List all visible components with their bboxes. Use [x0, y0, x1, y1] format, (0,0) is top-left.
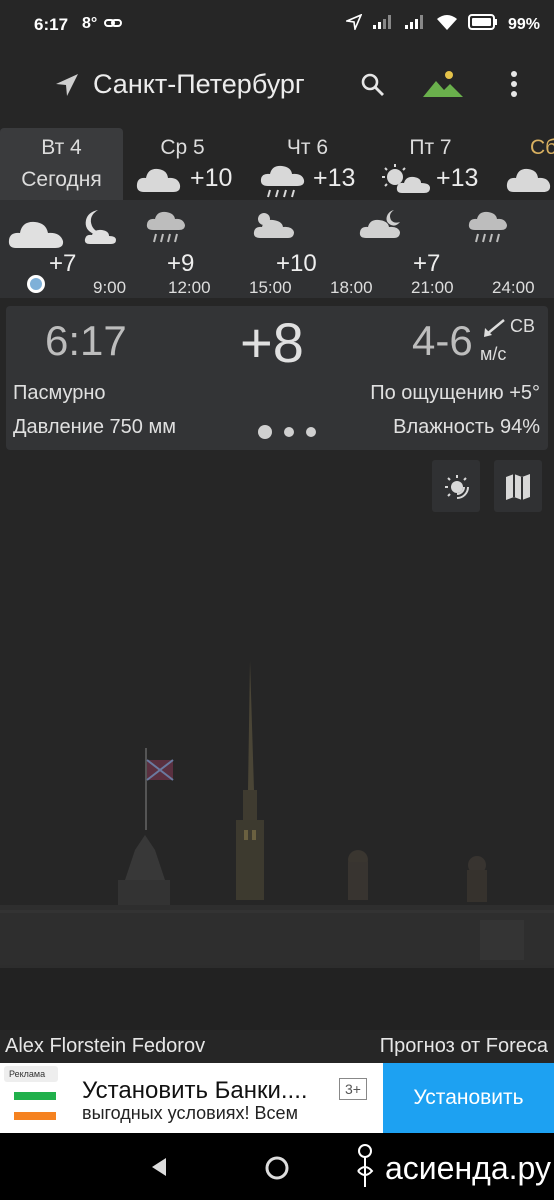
status-temperature: 8° [82, 15, 98, 32]
more-menu-icon[interactable] [509, 70, 519, 103]
background-photo [0, 450, 554, 1030]
link-icon [104, 14, 122, 37]
hour-temp: +7 [413, 250, 441, 277]
wind-speed: 4-6 [412, 317, 473, 364]
forecast-source[interactable]: Прогноз от Foreca [380, 1035, 548, 1058]
location-status-icon [344, 13, 363, 35]
cloud-icon [506, 164, 552, 200]
wind-unit: м/с [480, 344, 507, 364]
hour-time: 24:00 [492, 278, 535, 297]
cloud-icon [136, 164, 182, 200]
current-hour-marker [27, 275, 45, 293]
sun-radar-icon [444, 474, 470, 505]
current-time: 6:17 [45, 317, 127, 364]
wind-direction-icon [482, 318, 506, 343]
hourly-forecast[interactable]: +7 +9 +10 +7 9:00 12:00 15:00 18:00 21:0… [0, 200, 554, 298]
hour-time: 9:00 [93, 278, 127, 297]
day-temp: +10 [190, 164, 233, 192]
day-tab-fri[interactable]: Пт 7 +13 [378, 128, 493, 200]
rain-cloud-icon [468, 210, 508, 251]
search-icon[interactable] [360, 72, 386, 103]
hour-temp: +7 [49, 250, 77, 277]
signal-icon [372, 14, 394, 35]
hour-time: 18:00 [330, 278, 373, 297]
status-time: 6:17 [34, 15, 69, 34]
hour-temp: +10 [276, 250, 317, 277]
map-button[interactable] [494, 460, 542, 512]
ad-age-rating: 3+ [339, 1078, 367, 1100]
back-icon[interactable] [150, 1157, 168, 1182]
moon-cloud-icon [78, 206, 118, 251]
photo-credit[interactable]: Alex Florstein Fedorov [5, 1035, 205, 1058]
wind-direction: СВ [510, 316, 536, 336]
hour-time: 15:00 [249, 278, 292, 297]
day-tab-wed[interactable]: Ср 5 +10 [130, 128, 245, 200]
moon-cloud-icon [358, 208, 404, 245]
signal-icon-2 [404, 14, 426, 35]
pressure: Давление 750 мм [13, 416, 176, 438]
status-bar: 6:17 8° 99% [0, 0, 554, 50]
partly-cloudy-icon [252, 210, 296, 245]
day-name: Чт 6 [286, 136, 329, 159]
page-dot [306, 427, 316, 437]
hour-temp: +9 [167, 250, 195, 277]
landscape-icon[interactable] [422, 69, 464, 104]
condition-text: Пасмурно [13, 382, 106, 404]
hour-time: 12:00 [168, 278, 211, 297]
ad-install-button[interactable]: Установить [383, 1063, 554, 1133]
page-indicator [258, 425, 316, 439]
status-icons: 99% [344, 13, 540, 35]
day-name: Вт 4 [41, 136, 82, 159]
day-name: Сб [530, 136, 554, 159]
page-dot-active [258, 425, 272, 439]
home-icon[interactable] [264, 1155, 290, 1186]
radar-button[interactable] [432, 460, 480, 512]
day-name: Пт 7 [409, 136, 452, 159]
map-icon [505, 473, 531, 506]
battery-icon [467, 14, 498, 35]
ad-title[interactable]: Установить Банки.... [82, 1077, 308, 1105]
partly-cloudy-icon [380, 164, 432, 200]
cloud-icon [8, 210, 68, 255]
page-dot [284, 427, 294, 437]
current-temperature: +8 [240, 311, 304, 374]
location-arrow-icon[interactable] [54, 72, 80, 103]
day-tab-thu[interactable]: Чт 6 +13 [255, 128, 370, 200]
day-tab-tue[interactable]: Вт 4 Сегодня [0, 128, 123, 200]
ad-app-icon[interactable] [14, 1088, 56, 1129]
hour-time: 21:00 [411, 278, 454, 297]
day-temp: +13 [436, 164, 479, 192]
day-today-label: Сегодня [21, 168, 102, 191]
feels-like: По ощущению +5° [370, 382, 540, 404]
watermark-text: асиенда.ру [385, 1150, 551, 1186]
rain-cloud-icon [146, 210, 186, 251]
watermark-logo-icon [350, 1141, 380, 1196]
battery-percent: 99% [507, 15, 540, 33]
ad-subtitle[interactable]: выгодных условиях! Всем [82, 1103, 298, 1124]
wifi-icon [436, 14, 458, 35]
day-temp: +13 [313, 164, 356, 192]
city-name[interactable]: Санкт-Петербург [93, 69, 305, 100]
humidity: Влажность 94% [393, 416, 540, 438]
ad-label: Реклама [4, 1066, 58, 1082]
day-tab-sat[interactable]: Сб [503, 128, 554, 200]
day-name: Ср 5 [160, 136, 205, 159]
